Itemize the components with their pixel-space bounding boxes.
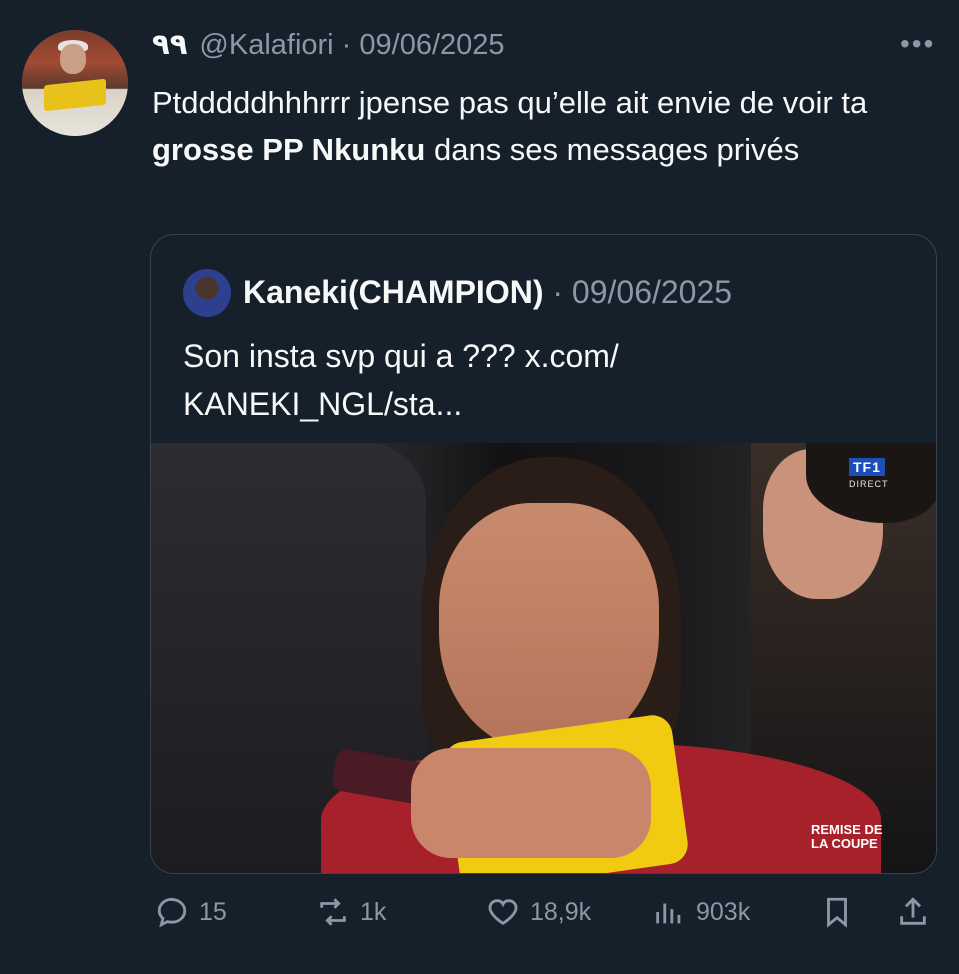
quoted-tweet-text: Son insta svp qui a ??? x.com/ KANEKI_NG… (183, 338, 619, 422)
overlay-line1: REMISE DE (811, 822, 883, 837)
woman-face (439, 503, 659, 753)
tweet-text-bold: grosse PP Nkunku (152, 132, 426, 167)
repost-button[interactable]: 1k (316, 895, 386, 929)
tweet-text-part2: dans ses messages privés (425, 132, 800, 167)
reply-icon (157, 897, 187, 928)
author-avatar[interactable] (22, 30, 128, 136)
tweet-actions: 15 1k 18,9k 903k (0, 895, 959, 935)
tweet-text: Ptdddddhhhrrr jpense pas qu’elle ait env… (152, 79, 942, 173)
like-button[interactable]: 18,9k (486, 895, 591, 929)
quoted-author-avatar[interactable] (183, 269, 231, 317)
repost-icon (320, 898, 346, 926)
bookmark-icon (827, 897, 847, 928)
quoted-tweet[interactable]: Kaneki(CHAMPION) · 09/06/2025 Son insta … (150, 234, 937, 874)
author-name[interactable]: ٩٩ (152, 29, 187, 61)
more-icon[interactable]: ••• (900, 28, 935, 60)
reply-button[interactable]: 15 (155, 895, 227, 929)
views-icon (656, 903, 681, 924)
repost-count: 1k (360, 897, 387, 926)
hands (411, 748, 651, 858)
quoted-tweet-date[interactable]: · 09/06/2025 (543, 274, 732, 310)
tweet-header: ٩٩ @Kalafiori · 09/06/2025 (152, 27, 505, 63)
quoted-tweet-header: Kaneki(CHAMPION) · 09/06/2025 (243, 272, 732, 312)
author-handle-date[interactable]: @Kalafiori · 09/06/2025 (199, 29, 504, 61)
quoted-tweet-image[interactable]: TF1 DIRECT REMISE DE LA COUPE (151, 443, 936, 873)
tf1-logo-text: TF1 (849, 458, 885, 476)
bookmark-button[interactable] (820, 895, 864, 929)
like-icon (488, 899, 518, 925)
quoted-author-name[interactable]: Kaneki(CHAMPION) (243, 274, 543, 310)
tf1-logo: TF1 DIRECT (849, 458, 897, 491)
views-count: 903k (696, 897, 751, 926)
overlay-line2: LA COUPE (811, 836, 878, 851)
share-button[interactable] (896, 895, 940, 929)
tf1-direct-label: DIRECT (849, 479, 889, 489)
views-button[interactable]: 903k (652, 895, 750, 929)
reply-count: 15 (199, 897, 227, 926)
share-icon (900, 897, 926, 925)
broadcast-overlay: REMISE DE LA COUPE (811, 823, 921, 851)
tweet-text-part1: Ptdddddhhhrrr jpense pas qu’elle ait env… (152, 85, 868, 120)
avatar-face (60, 44, 86, 74)
like-count: 18,9k (530, 897, 592, 926)
